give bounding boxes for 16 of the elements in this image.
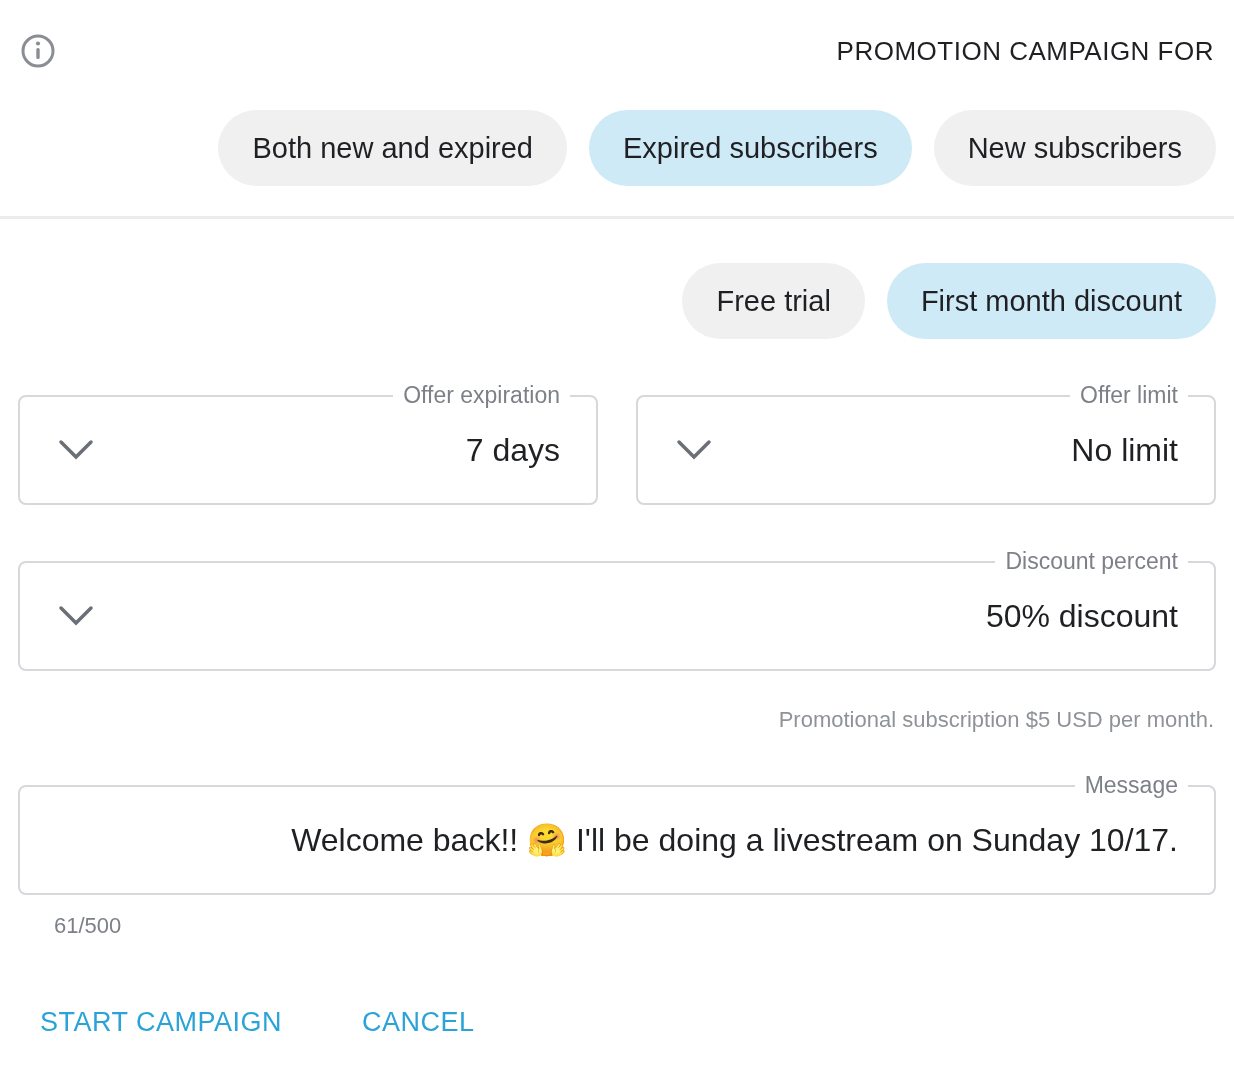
field-value: 7 days [465, 431, 560, 469]
option-chip[interactable]: New subscribers [933, 110, 1216, 186]
option-chip[interactable]: Expired subscribers [589, 110, 912, 186]
field-value: Welcome back!! 🤗 I'll be doing a livestream on Sunday 10/17. [291, 821, 1178, 859]
helper-text: Promotional subscription $5 USD per month. [777, 707, 1215, 733]
chevron-down-icon [58, 439, 94, 461]
option-chip[interactable]: First month discount [886, 263, 1216, 339]
section-title: PROMOTION CAMPAIGN FOR [836, 35, 1214, 67]
field-value: 50% discount [985, 597, 1178, 635]
chevron-down-icon [676, 439, 712, 461]
field-value: No limit [1071, 431, 1178, 469]
info-icon[interactable] [20, 33, 56, 69]
chevron-down-icon [58, 605, 94, 627]
character-counter: 61/500 [53, 913, 123, 939]
option-chip[interactable]: Both new and expired [218, 110, 567, 186]
option-chip[interactable]: Free trial [682, 263, 865, 339]
